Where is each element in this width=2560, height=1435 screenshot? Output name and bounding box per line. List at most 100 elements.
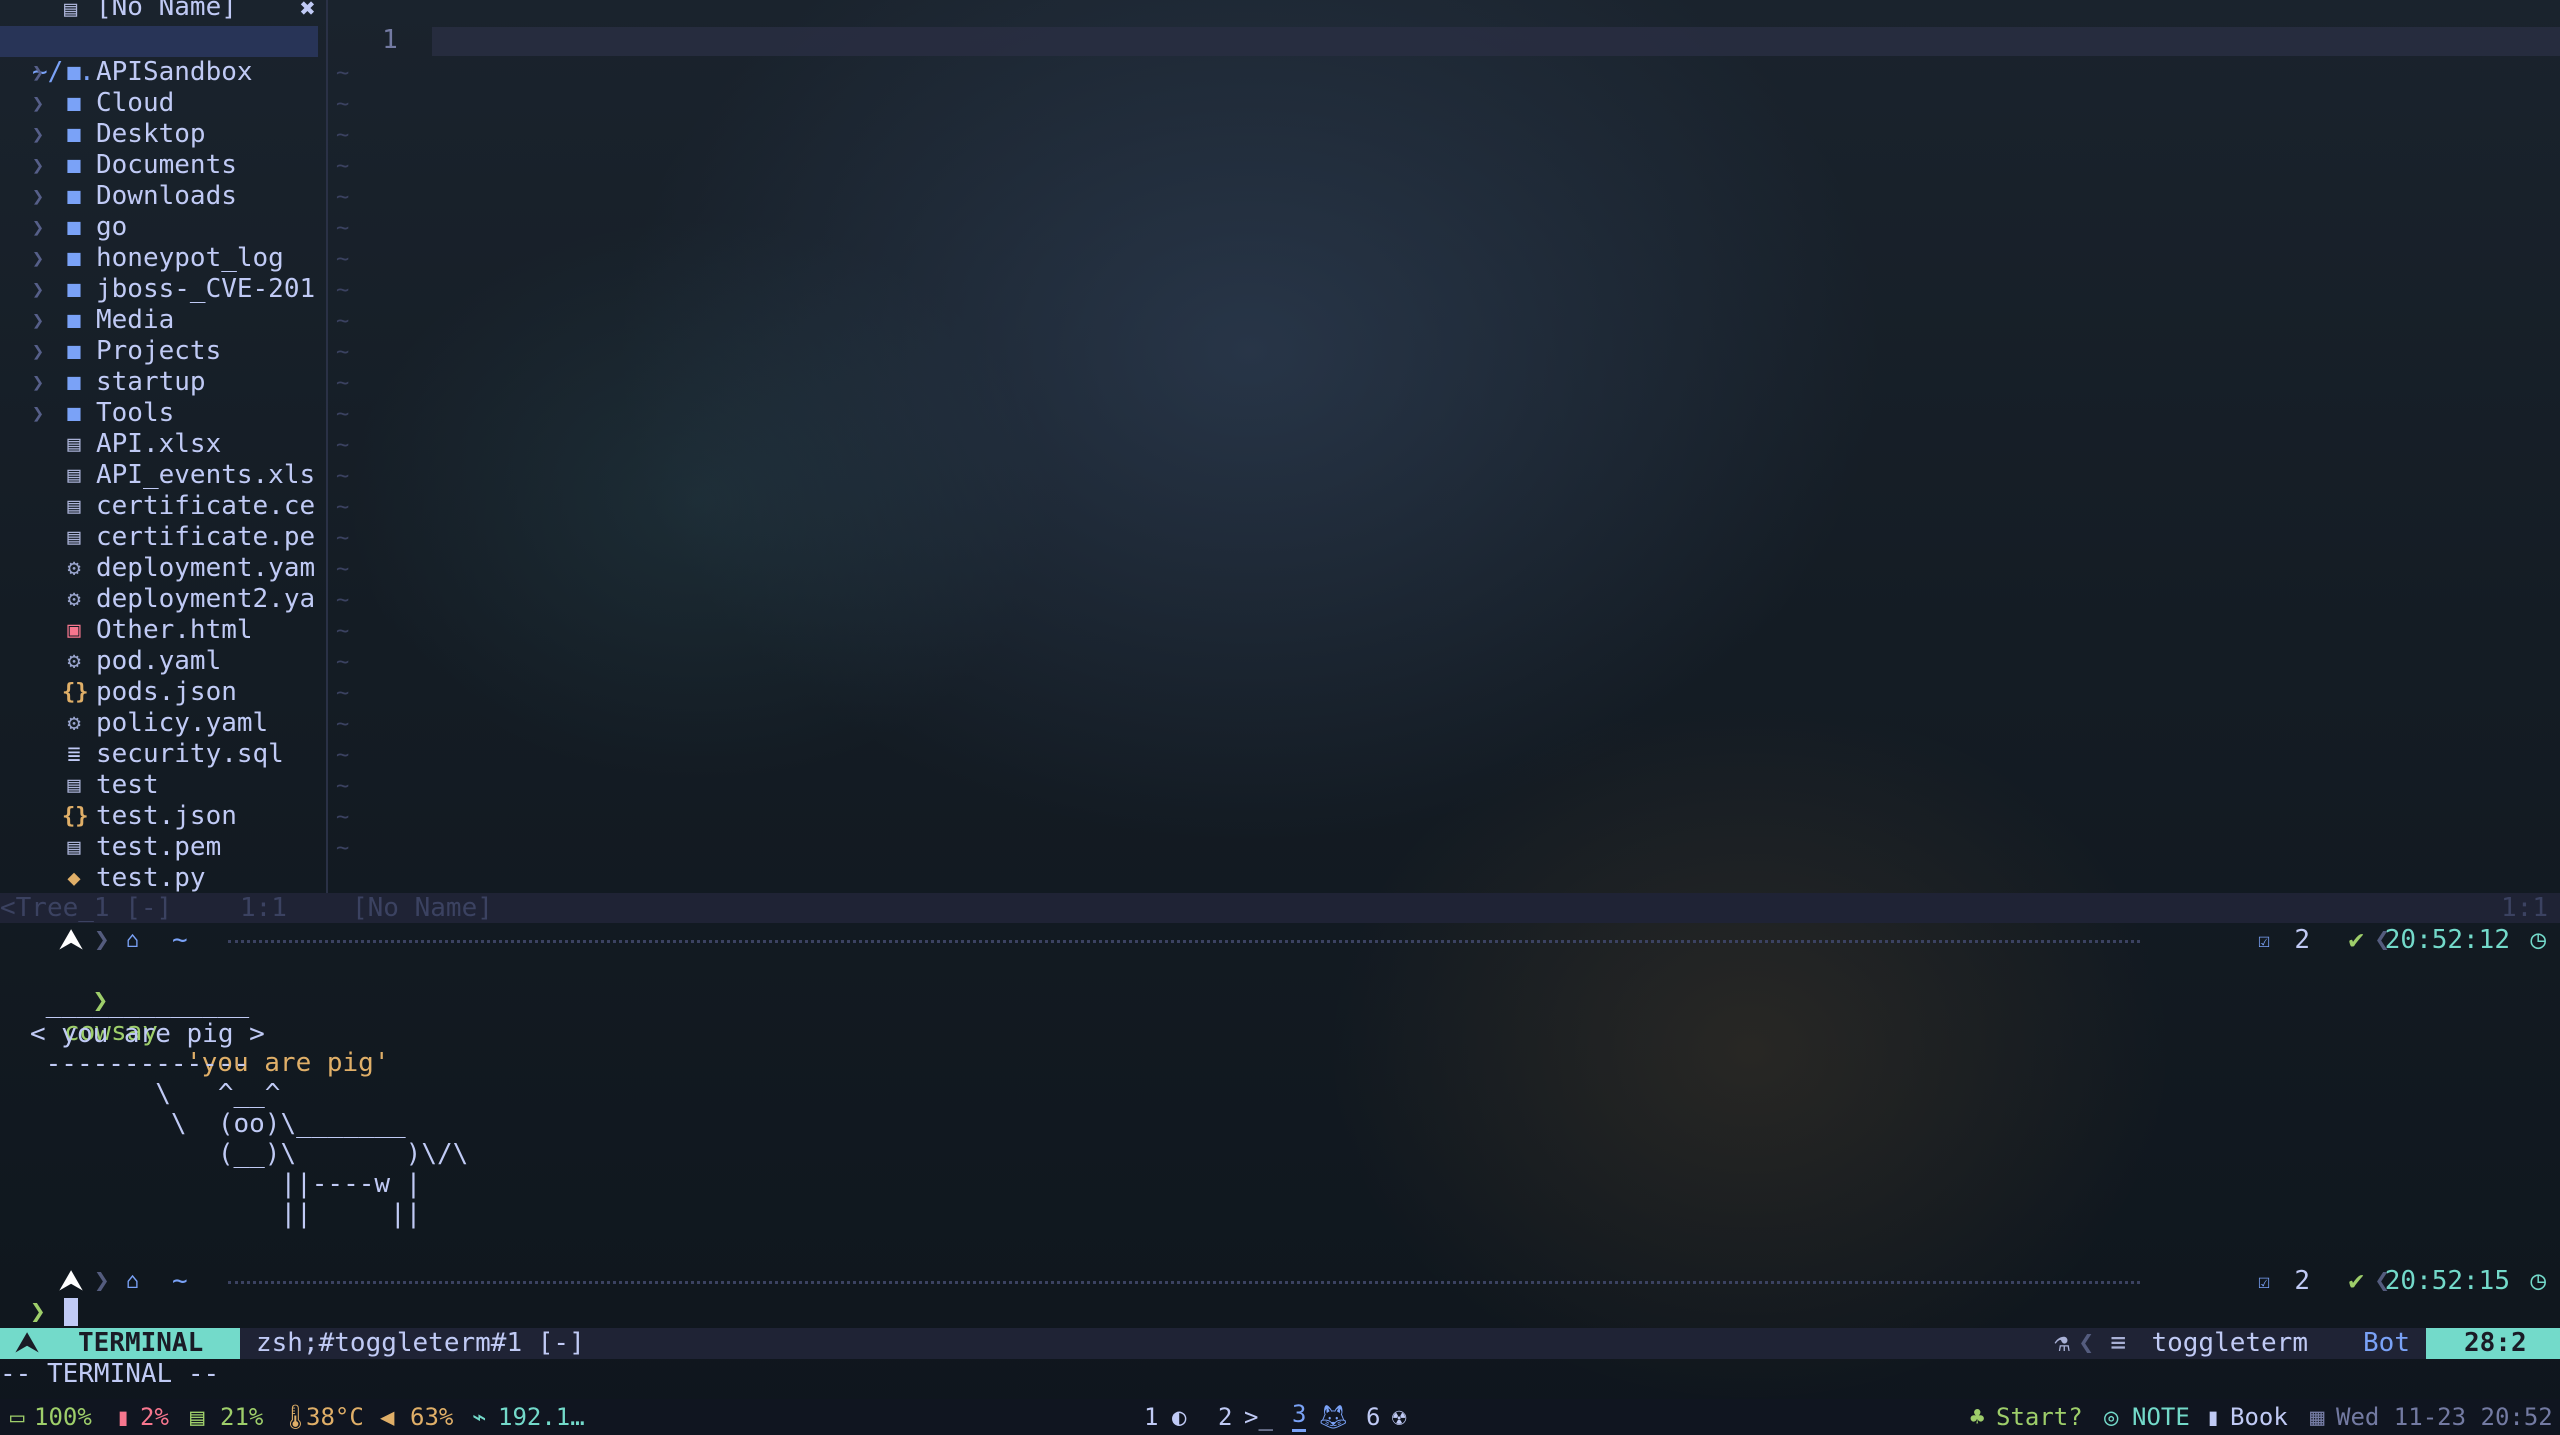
chevron-right-icon[interactable]: ❯ [32, 57, 44, 88]
volume-level: 63% [410, 1403, 454, 1431]
cpu-usage: 2% [140, 1403, 169, 1431]
tree-item-label: policy.yaml [96, 708, 269, 738]
tree-file[interactable]: ◆ test.py [0, 863, 328, 894]
chevron-right-icon[interactable]: ❯ [32, 88, 44, 119]
tree-folder[interactable]: ❯ ■ APISandbox [0, 57, 328, 88]
chevron-right-icon[interactable]: ❯ [32, 305, 44, 336]
tree-file[interactable]: ▤ test.pem [0, 832, 328, 863]
flask-icon: ⚗ [2054, 1328, 2070, 1358]
filetype-label: toggleterm [2151, 1328, 2308, 1358]
tree-root[interactable]: ~/.. [0, 26, 318, 87]
tree-file[interactable]: ≣ security.sql [0, 739, 328, 770]
mode-label: TERMINAL [78, 1328, 204, 1358]
tree-folder[interactable]: ❯ ■ startup [0, 367, 328, 398]
tilde-marker: ~ [336, 681, 350, 706]
tree-item-label: API_events.xls [96, 460, 316, 490]
tree-file[interactable]: ⚙ deployment2.ya [0, 584, 328, 615]
scroll-position: Bot [2363, 1328, 2410, 1358]
tree-folder[interactable]: ❯ ■ jboss-_CVE-201 [0, 274, 328, 305]
chevron-right-icon[interactable]: ❯ [32, 367, 44, 398]
lines-icon: ≡ [2110, 1328, 2126, 1358]
command-line: ❯ cowsay 'you are pig' [30, 955, 390, 1078]
home-icon: ⌂ [126, 1269, 140, 1294]
workspace-1[interactable]: 1 [1144, 1399, 1158, 1435]
prompt-dir: ~ [172, 925, 188, 955]
split-statusline: <Tree_1 [-] 1:1 [No Name] 1:1 [0, 893, 2560, 923]
chevron-right-icon[interactable]: ❯ [32, 336, 44, 367]
chevron-right-icon[interactable]: ❯ [32, 243, 44, 274]
tree-file[interactable]: ▤ certificate.ce [0, 491, 328, 522]
tree-item-label: Cloud [96, 88, 175, 118]
tilde-marker: ~ [336, 123, 350, 148]
chevron-right-icon[interactable]: ❯ [32, 212, 44, 243]
tree-folder[interactable]: ❯ ■ Cloud [0, 88, 328, 119]
tilde-marker: ~ [336, 371, 350, 396]
tree-file[interactable]: {} pods.json [0, 677, 328, 708]
input-line[interactable]: ❯ [30, 1297, 78, 1328]
workspace-2[interactable]: 2 [1218, 1399, 1232, 1435]
folder-icon: ■ [67, 370, 81, 395]
tilde-marker: ~ [336, 92, 350, 117]
cowsay-line: || || [30, 1199, 422, 1229]
file-icon: ▤ [67, 835, 81, 860]
chevron-right-icon[interactable]: ❯ [32, 398, 44, 429]
note-label[interactable]: NOTE [2132, 1399, 2190, 1435]
clock-icon: ◷ [2530, 1266, 2546, 1296]
tree-file[interactable]: ▤ API.xlsx [0, 429, 328, 460]
tree-file[interactable]: ▤ API_events.xls [0, 460, 328, 491]
chevron-right-icon[interactable]: ❯ [32, 181, 44, 212]
tree-file[interactable]: ▤ certificate.pe [0, 522, 328, 553]
folder-icon: ■ [67, 401, 81, 426]
start-label[interactable]: Start? [1996, 1399, 2083, 1435]
tree-file[interactable]: ▣ Other.html [0, 615, 328, 646]
tree-folder[interactable]: ❯ ■ Projects [0, 336, 328, 367]
tree-folder[interactable]: ❯ ■ Desktop [0, 119, 328, 150]
tilde-marker: ~ [336, 402, 350, 427]
tilde-marker: ~ [336, 805, 350, 830]
folder-icon: ■ [67, 60, 81, 85]
tree-file[interactable]: ▤ test [0, 770, 328, 801]
network-icon: ⌁ [472, 1403, 487, 1431]
arch-icon: ⮝ [60, 1266, 83, 1296]
terminal-title: zsh;#toggleterm#1 [-] [256, 1328, 585, 1358]
prompt-bar: ⮝ ❯ ⌂ ~ ✔ ❮ 2 ☑ 20:52:12 ◷ [0, 925, 2560, 956]
cowsay-line: ||----w | [30, 1169, 422, 1199]
chevron-right-icon[interactable]: ❯ [32, 274, 44, 305]
check-icon: ✔ [2348, 925, 2364, 955]
json-icon: {} [62, 804, 89, 829]
firefox-icon: ◐ [1172, 1403, 1187, 1431]
tree-file[interactable]: ⚙ policy.yaml [0, 708, 328, 739]
note-icon: ◎ [2104, 1403, 2119, 1431]
chevron-right-icon[interactable]: ❯ [32, 119, 44, 150]
tree-item-label: Tools [96, 398, 175, 428]
tree-file[interactable]: ⚙ pod.yaml [0, 646, 328, 677]
book-label[interactable]: Book [2230, 1399, 2288, 1435]
buffer-status-pos: 1:1 [2501, 893, 2548, 923]
tree-folder[interactable]: ❯ ■ go [0, 212, 328, 243]
tree-folder[interactable]: ❯ ■ honeypot_log [0, 243, 328, 274]
cowsay-line: (__)\ )\/\ [30, 1139, 469, 1169]
workspace-6[interactable]: 6 [1366, 1399, 1380, 1435]
cowsay-line: \ (oo)\_______ [30, 1109, 406, 1139]
tree-item-label: startup [96, 367, 206, 397]
cpu-icon: ▮ [116, 1403, 131, 1431]
tree-folder[interactable]: ❯ ■ Media [0, 305, 328, 336]
tree-item-label: certificate.ce [96, 491, 316, 521]
tilde-marker: ~ [336, 433, 350, 458]
arch-icon: ⮝ [60, 925, 83, 955]
chevron-right-icon[interactable]: ❯ [32, 150, 44, 181]
tree-item-label: Desktop [96, 119, 206, 149]
workspace-3[interactable]: 3 [1292, 1399, 1307, 1432]
terminal-statusline: ⮝ TERMINAL zsh;#toggleterm#1 [-] ⚗ ❮ ≡ t… [0, 1328, 2560, 1359]
tree-folder[interactable]: ❯ ■ Tools [0, 398, 328, 429]
tree-file[interactable]: {} test.json [0, 801, 328, 832]
tree-folder[interactable]: ❯ ■ Documents [0, 150, 328, 181]
gear-icon: ⚙ [67, 649, 81, 674]
tree-file[interactable]: ⚙ deployment.yam [0, 553, 328, 584]
tree-item-label: security.sql [96, 739, 284, 769]
tilde-marker: ~ [336, 61, 350, 86]
tree-item-label: go [96, 212, 128, 242]
tree-folder[interactable]: ❯ ■ Downloads [0, 181, 328, 212]
book-icon: ▮ [2206, 1403, 2221, 1431]
tilde-marker: ~ [336, 712, 350, 737]
